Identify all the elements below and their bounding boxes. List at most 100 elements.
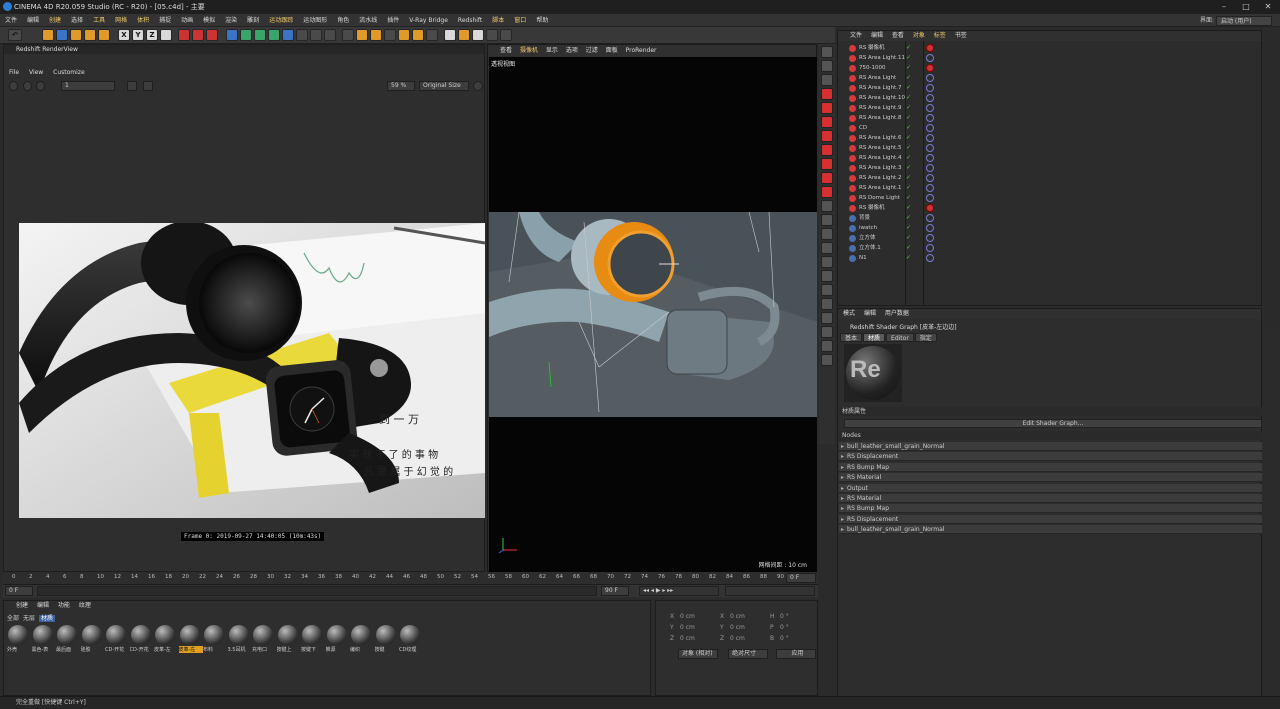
lock-workplane-icon[interactable]: [458, 29, 470, 41]
menu-character[interactable]: 角色: [332, 14, 354, 27]
recent-tool-icon[interactable]: [98, 29, 110, 41]
material-swatch[interactable]: 编织: [350, 625, 371, 653]
menu-plugins[interactable]: 插件: [382, 14, 404, 27]
attr-menu-edit[interactable]: 编辑: [864, 310, 876, 317]
visibility-check-icon[interactable]: ✓: [906, 173, 911, 183]
vp-menu-view[interactable]: 查看: [500, 47, 512, 54]
object-row[interactable]: 750-1000 ✓: [838, 63, 1261, 73]
visibility-check-icon[interactable]: ✓: [906, 73, 911, 83]
tag-icon[interactable]: [926, 54, 934, 62]
material-swatch[interactable]: 按键: [375, 625, 396, 653]
vp-menu-panel[interactable]: 面板: [606, 47, 618, 54]
object-row[interactable]: RS Area Light.9 ✓: [838, 103, 1261, 113]
menu-motion-tracking[interactable]: 运动跟踪: [264, 14, 298, 27]
keyframe-buttons[interactable]: [725, 586, 815, 596]
viewport-canvas[interactable]: 透视视图 网格间距: 10 cm: [489, 57, 817, 572]
rv-menu-customize[interactable]: Customize: [53, 69, 85, 76]
tag-icon[interactable]: [926, 184, 934, 192]
menu-simulate[interactable]: 模拟: [198, 14, 220, 27]
vt-tool-10-icon[interactable]: [821, 284, 833, 296]
spline-pen-icon[interactable]: [240, 29, 252, 41]
renderview-settings-icon[interactable]: [473, 81, 483, 91]
menu-select[interactable]: 选择: [66, 14, 88, 27]
render-view-icon[interactable]: [178, 29, 190, 41]
object-row[interactable]: RS Area Light ✓: [838, 73, 1261, 83]
subdivision-icon[interactable]: [254, 29, 266, 41]
material-swatch[interactable]: 皮革-左: [154, 625, 175, 653]
menu-pipeline[interactable]: 流水线: [354, 14, 382, 27]
rs-tool-3-icon[interactable]: [821, 116, 833, 128]
vp-menu-options[interactable]: 选项: [566, 47, 578, 54]
tag-icon[interactable]: [926, 174, 934, 182]
shader-node-item[interactable]: RS Bump Map: [839, 462, 1262, 472]
shader-node-item[interactable]: RS Displacement: [839, 452, 1262, 462]
object-row[interactable]: RS Area Light.8 ✓: [838, 113, 1261, 123]
shader-node-item[interactable]: bull_leather_small_grain_Normal: [839, 442, 1262, 451]
floor-icon[interactable]: [296, 29, 308, 41]
rs-tool-7-icon[interactable]: [821, 172, 833, 184]
vt-tool-3-icon[interactable]: [821, 74, 833, 86]
visibility-check-icon[interactable]: ✓: [906, 143, 911, 153]
visibility-check-icon[interactable]: ✓: [906, 133, 911, 143]
rs-tool-4-icon[interactable]: [821, 130, 833, 142]
visibility-check-icon[interactable]: ✓: [906, 213, 911, 223]
rotate-icon[interactable]: [84, 29, 96, 41]
material-swatch[interactable]: 外壳: [7, 625, 28, 653]
object-row[interactable]: RS Area Light.3 ✓: [838, 163, 1261, 173]
om-menu-file[interactable]: 文件: [850, 32, 862, 39]
script-icon[interactable]: [500, 29, 512, 41]
render-picture-viewer-icon[interactable]: [192, 29, 204, 41]
filter-material[interactable]: 材质: [39, 615, 56, 622]
tag-icon[interactable]: [926, 254, 934, 262]
size-dropdown[interactable]: Original Size: [419, 81, 469, 91]
enable-axis-icon[interactable]: [426, 29, 438, 41]
vt-tool-15-icon[interactable]: [821, 354, 833, 366]
vt-tool-1-icon[interactable]: [821, 46, 833, 58]
tab-editor[interactable]: Editor: [886, 333, 914, 342]
vt-tool-12-icon[interactable]: [821, 312, 833, 324]
tag-icon[interactable]: [926, 214, 934, 222]
frame-range-slider[interactable]: [37, 586, 597, 596]
tag-icon[interactable]: [926, 114, 934, 122]
shader-node-item[interactable]: RS Material: [839, 473, 1262, 483]
om-menu-tags[interactable]: 标签: [934, 32, 946, 39]
menu-vray[interactable]: V-Ray Bridge: [404, 14, 453, 27]
snap-icon[interactable]: [444, 29, 456, 41]
minimize-button[interactable]: –: [1214, 1, 1234, 13]
y-axis-icon[interactable]: Y: [132, 29, 144, 41]
tag-icon[interactable]: [926, 204, 934, 212]
menu-mograph[interactable]: 运动图形: [298, 14, 332, 27]
coord-value-field[interactable]: 0 °: [780, 624, 789, 631]
tab-assign[interactable]: 指定: [914, 333, 937, 342]
visibility-check-icon[interactable]: ✓: [906, 223, 911, 233]
om-menu-objects[interactable]: 对象: [913, 32, 925, 39]
coord-value-field[interactable]: 0 cm: [730, 624, 745, 631]
menu-tools[interactable]: 工具: [88, 14, 110, 27]
vt-tool-6-icon[interactable]: [821, 228, 833, 240]
undo-icon[interactable]: ↶: [8, 29, 22, 41]
material-swatch[interactable]: 3.5耳机: [228, 625, 249, 653]
menu-render[interactable]: 渲染: [220, 14, 242, 27]
object-row[interactable]: RS Area Light.5 ✓: [838, 143, 1261, 153]
coord-value-field[interactable]: 0 cm: [680, 635, 695, 642]
menu-edit[interactable]: 编辑: [22, 14, 44, 27]
tag-icon[interactable]: [926, 104, 934, 112]
object-row[interactable]: RS Area Light.7 ✓: [838, 83, 1261, 93]
select-arrow-icon[interactable]: [42, 29, 54, 41]
coord-mode-dropdown[interactable]: 对象 (相对): [678, 649, 718, 659]
shader-node-item[interactable]: RS Bump Map: [839, 504, 1262, 514]
vt-tool-5-icon[interactable]: [821, 214, 833, 226]
tab-basic[interactable]: 基本: [840, 333, 863, 342]
mm-menu-function[interactable]: 功能: [58, 602, 70, 609]
menu-volume[interactable]: 体积: [132, 14, 154, 27]
snapshot-icon[interactable]: [127, 81, 137, 91]
visibility-check-icon[interactable]: ✓: [906, 243, 911, 253]
rs-tool-1-icon[interactable]: [821, 88, 833, 100]
play-icon[interactable]: [23, 81, 32, 91]
tag-icon[interactable]: [926, 124, 934, 132]
save-icon[interactable]: [143, 81, 153, 91]
current-frame-field[interactable]: 0 F: [786, 573, 816, 583]
tag-icon[interactable]: [926, 84, 934, 92]
material-swatch[interactable]: 按键上: [277, 625, 298, 653]
points-mode-icon[interactable]: [384, 29, 396, 41]
